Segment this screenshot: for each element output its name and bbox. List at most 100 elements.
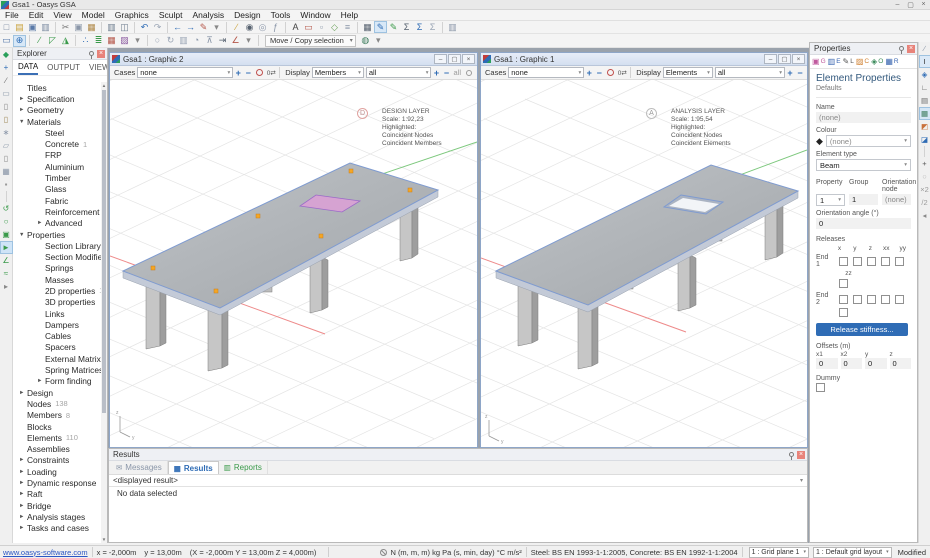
- tree-item[interactable]: Links: [13, 308, 101, 319]
- wheel-icon[interactable]: ∗: [0, 126, 13, 139]
- reset-case-icon[interactable]: 0⇄: [617, 67, 627, 78]
- scrollbar-thumb[interactable]: [102, 90, 106, 413]
- scroll-down-icon[interactable]: ▼: [101, 537, 107, 542]
- zoom-target-icon[interactable]: ⊕: [13, 35, 26, 47]
- menu-file[interactable]: File: [0, 10, 24, 21]
- end1-yy-checkbox[interactable]: [895, 257, 904, 266]
- sculpt-poly-icon[interactable]: ◮: [59, 35, 72, 47]
- div2-icon[interactable]: /2: [919, 196, 930, 209]
- oasys-website-link[interactable]: www.oasys-software.com: [3, 548, 88, 557]
- palette2-icon[interactable]: ◪: [919, 133, 930, 146]
- entity-filter-select[interactable]: all▾: [715, 67, 785, 78]
- graphic1-titlebar[interactable]: Gsa1 : Graphic 1 – ▢ ×: [481, 53, 807, 66]
- minimize-button[interactable]: –: [891, 0, 904, 9]
- printer2-icon[interactable]: ▥: [446, 21, 459, 33]
- grid-tool-icon[interactable]: ▦: [105, 35, 118, 47]
- end1-x-checkbox[interactable]: [839, 257, 848, 266]
- tree-item[interactable]: ► Raft: [13, 489, 101, 500]
- menu-help[interactable]: Help: [336, 10, 363, 21]
- undo-view-icon[interactable]: ↺: [0, 202, 13, 215]
- explorer-scrollbar[interactable]: ▲ ▼: [101, 82, 107, 543]
- grid-plane-select[interactable]: 1 : Grid plane 1 ▾: [749, 547, 809, 558]
- reset-case-icon[interactable]: 0⇄: [266, 67, 276, 78]
- node-faded-icon[interactable]: ○: [919, 170, 930, 183]
- limit-icon[interactable]: ⇥: [216, 35, 229, 47]
- cut-icon[interactable]: ✂: [59, 21, 72, 33]
- tree-expander-icon[interactable]: ►: [19, 96, 27, 102]
- new-element-icon[interactable]: ▭: [0, 87, 13, 100]
- offset-y-field[interactable]: 0: [865, 358, 887, 369]
- tree-expander-icon[interactable]: ►: [19, 480, 27, 486]
- prop-tab-e[interactable]: ▥ E: [828, 57, 841, 66]
- tree-expander-icon[interactable]: ▼: [19, 232, 27, 238]
- tree-item[interactable]: Fabric: [13, 195, 101, 206]
- redo-icon[interactable]: ↷: [151, 21, 164, 33]
- tree-item[interactable]: 3D properties: [13, 297, 101, 308]
- cursor-view-icon[interactable]: ►: [0, 241, 13, 254]
- element-list-icon[interactable]: ≣: [92, 35, 105, 47]
- brush-tool-icon[interactable]: ▨: [118, 35, 131, 47]
- print-icon[interactable]: ▥: [105, 21, 118, 33]
- back-arrow-icon[interactable]: ←: [171, 21, 184, 33]
- tree-item[interactable]: ► Loading: [13, 466, 101, 477]
- tree-item[interactable]: ► Analysis stages: [13, 511, 101, 522]
- text-tool-icon[interactable]: A: [289, 21, 302, 33]
- cases-select[interactable]: none▾: [137, 67, 233, 78]
- remove-case-button[interactable]: −: [594, 67, 604, 78]
- pin-icon[interactable]: [789, 452, 794, 457]
- tree-item[interactable]: Spring Matrices: [13, 364, 101, 375]
- end1-zz-checkbox[interactable]: [839, 279, 848, 288]
- annotate-icon[interactable]: ▭: [302, 21, 315, 33]
- close-icon[interactable]: ×: [462, 54, 475, 64]
- dummy-checkbox[interactable]: [816, 383, 825, 392]
- matrix-box-icon[interactable]: ▦: [0, 165, 13, 178]
- sculpt-select-icon[interactable]: ◸: [46, 35, 59, 47]
- copy-icon[interactable]: ▣: [72, 21, 85, 33]
- tree-expander-icon[interactable]: ►: [37, 378, 45, 384]
- tree-item[interactable]: ► Tasks and cases: [13, 523, 101, 534]
- tree-item[interactable]: Reinforcement: [13, 206, 101, 217]
- remove-display-button[interactable]: −: [795, 67, 805, 78]
- explorer-tab-output[interactable]: OUTPUT: [47, 61, 80, 74]
- maximize-button[interactable]: ▢: [904, 0, 917, 9]
- new-file-icon[interactable]: □: [0, 21, 13, 33]
- prop-tab-c[interactable]: ▨ C: [856, 57, 869, 66]
- end1-xx-checkbox[interactable]: [881, 257, 890, 266]
- paste-icon[interactable]: ▦: [85, 21, 98, 33]
- select-rect-icon[interactable]: ▭: [0, 35, 13, 47]
- tree-item[interactable]: FRP: [13, 150, 101, 161]
- copy-view-icon[interactable]: ▣: [0, 228, 13, 241]
- tree-item[interactable]: ▼ Properties: [13, 229, 101, 240]
- save-all-icon[interactable]: ▥: [39, 21, 52, 33]
- list-icon[interactable]: ≡: [341, 21, 354, 33]
- lock-small-icon[interactable]: ▯: [0, 152, 13, 165]
- strip-more-icon[interactable]: ▸: [0, 280, 13, 293]
- save-icon[interactable]: ▣: [26, 21, 39, 33]
- function-icon[interactable]: ƒ: [269, 21, 282, 33]
- edit-pencil-icon[interactable]: ✎: [374, 21, 387, 33]
- end2-zz-checkbox[interactable]: [839, 308, 848, 317]
- close-icon[interactable]: ×: [907, 45, 915, 53]
- tree-item[interactable]: Cables: [13, 331, 101, 342]
- cases-select[interactable]: none▾: [508, 67, 584, 78]
- sigma-x-icon[interactable]: Σ: [426, 21, 439, 33]
- restore-icon[interactable]: ▢: [448, 54, 461, 64]
- end1-y-checkbox[interactable]: [853, 257, 862, 266]
- sigma-icon[interactable]: Σ: [400, 21, 413, 33]
- tree-item[interactable]: External Matrix: [13, 353, 101, 364]
- globe-dropdown-icon[interactable]: ▾: [372, 35, 385, 47]
- name-field[interactable]: (none): [816, 112, 911, 123]
- results-tab-results[interactable]: ▦ Results: [168, 461, 219, 474]
- view-dropdown-icon[interactable]: ▾: [242, 35, 255, 47]
- goto-icon[interactable]: ◎: [256, 21, 269, 33]
- stamp-icon[interactable]: ▱: [0, 139, 13, 152]
- tree-item[interactable]: Nodes 138: [13, 398, 101, 409]
- entity-filter-select[interactable]: all▾: [366, 67, 432, 78]
- add-display-button[interactable]: +: [785, 67, 795, 78]
- zoom-in-icon[interactable]: ◔: [190, 35, 203, 47]
- tree-item[interactable]: Dampers: [13, 319, 101, 330]
- pin-icon[interactable]: [89, 51, 94, 56]
- tree-item[interactable]: ► Bridge: [13, 500, 101, 511]
- tree-expander-icon[interactable]: ►: [19, 469, 27, 475]
- menu-window[interactable]: Window: [295, 10, 335, 21]
